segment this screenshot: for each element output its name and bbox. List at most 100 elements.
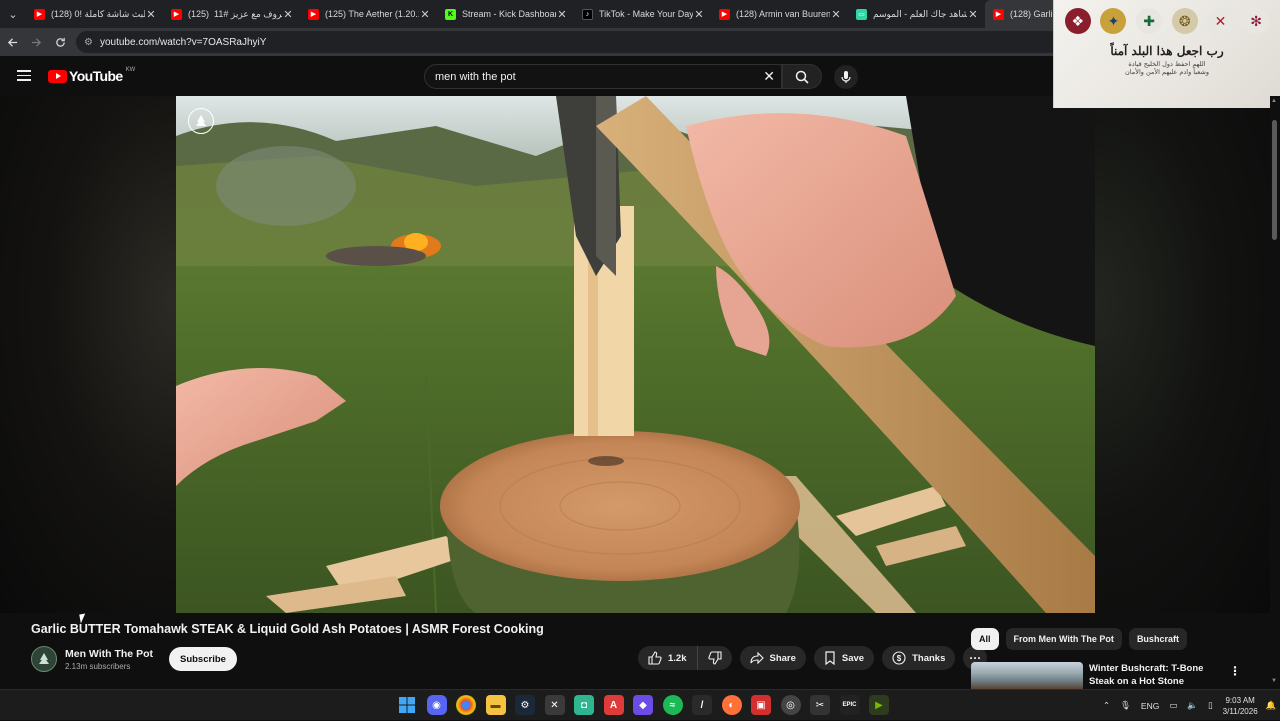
channel-avatar[interactable]: [31, 646, 57, 672]
browser-tab[interactable]: ▶ (128) البث شاشة كاملة ‏!0 ✕: [26, 0, 163, 28]
capcut-icon[interactable]: ✂: [810, 695, 830, 715]
svg-text:$: $: [897, 654, 902, 663]
search-button[interactable]: [782, 64, 822, 89]
forward-arrow-icon[interactable]: [24, 28, 48, 56]
save-button[interactable]: Save: [813, 646, 875, 670]
recommended-title[interactable]: Winter Bushcraft: T-Bone Steak on a Hot …: [1089, 662, 1224, 688]
thumbs-down-icon: [707, 651, 722, 665]
notification-icon[interactable]: 🔔: [1266, 700, 1277, 711]
scroll-down-icon[interactable]: ▼: [1271, 678, 1277, 684]
menu-icon[interactable]: [17, 70, 31, 81]
url-bar[interactable]: ⚙ youtube.com/watch?v=7OASRaJhyiY: [76, 31, 1076, 53]
volume-icon[interactable]: 🔈: [1187, 700, 1198, 711]
close-tab-icon[interactable]: ✕: [145, 8, 157, 21]
youtube-icon: ▶: [993, 8, 1004, 20]
controller-app-icon[interactable]: ◘: [574, 695, 594, 715]
streaming-app-icon[interactable]: A: [603, 695, 624, 715]
emblem-icon: ✦: [1100, 8, 1127, 34]
chip-from-channel[interactable]: From Men With The Pot: [1005, 628, 1122, 650]
search-input[interactable]: men with the pot ✕: [424, 64, 782, 89]
epic-games-icon[interactable]: EPIC: [839, 695, 860, 715]
tab-label: (125) حروف مع عزيز #11 ‏: [188, 8, 282, 19]
thanks-label: Thanks: [912, 652, 946, 664]
browser-tab[interactable]: ▶ (125) The Aether (1.20.1) ✕: [300, 0, 437, 28]
video-title: Garlic BUTTER Tomahawk STEAK & Liquid Go…: [31, 622, 544, 636]
back-arrow-icon[interactable]: [0, 28, 24, 56]
close-tab-icon[interactable]: ✕: [556, 8, 568, 21]
recommended-thumbnail[interactable]: [971, 662, 1083, 690]
close-tab-icon[interactable]: ✕: [967, 8, 979, 21]
scrollbar-thumb[interactable]: [1272, 120, 1277, 240]
steam-icon[interactable]: ⚙: [515, 695, 535, 715]
ambient-glow-left: [0, 96, 176, 613]
site-info-icon[interactable]: ⚙: [84, 37, 93, 48]
save-label: Save: [841, 652, 865, 664]
video-frame[interactable]: [176, 96, 1095, 613]
firefox-icon[interactable]: ◐: [721, 695, 742, 715]
system-tray: ⌃ 🎙 ENG ▭ 🔈 ▯ 9:03 AM 3/11/2026 🔔: [1103, 690, 1280, 721]
thanks-button[interactable]: $ Thanks: [882, 646, 956, 670]
youtube-logo[interactable]: YouTube KW: [48, 67, 135, 84]
chip-all[interactable]: All: [971, 628, 999, 650]
clock[interactable]: 9:03 AM 3/11/2026: [1223, 695, 1258, 717]
voice-search-button[interactable]: [834, 65, 858, 89]
browser-tab[interactable]: ♪ TikTok - Make Your Day ✕: [574, 0, 711, 28]
windows-start-icon[interactable]: [397, 695, 417, 715]
discord-icon[interactable]: ◉: [426, 695, 447, 715]
share-button[interactable]: Share: [739, 646, 806, 670]
chrome-icon[interactable]: [456, 695, 476, 715]
url-text: youtube.com/watch?v=7OASRaJhyiY: [99, 36, 267, 48]
red-app-icon[interactable]: ▣: [751, 695, 771, 715]
microphone-tray-icon[interactable]: 🎙: [1120, 700, 1131, 711]
tab-label: (128) Armin van Buuren -: [736, 9, 830, 19]
tab-label: TikTok - Make Your Day: [599, 9, 693, 19]
channel-watermark-icon[interactable]: [188, 108, 214, 134]
dislike-button[interactable]: [698, 646, 732, 670]
channel-name[interactable]: Men With The Pot: [65, 648, 153, 660]
like-count: 1.2k: [668, 652, 687, 664]
shahid-icon: ▭: [856, 8, 867, 20]
language-indicator[interactable]: ENG: [1141, 701, 1159, 711]
like-dislike-group: 1.2k: [638, 646, 732, 670]
tab-search-button[interactable]: ⌄: [0, 0, 26, 28]
battery-icon[interactable]: ▯: [1208, 700, 1213, 711]
close-tab-icon[interactable]: ✕: [693, 8, 705, 21]
page-scrollbar[interactable]: ▲ ▼: [1270, 96, 1280, 686]
close-tab-icon[interactable]: ✕: [830, 8, 842, 21]
subscriber-count: 2.13m subscribers: [65, 661, 131, 671]
tab-label: (125) The Aether (1.20.1): [325, 9, 419, 19]
overlay-banner-image: ❖ ✦ ✚ ❂ ✕ ✻ رب اجعل هذا البلد آمناً الله…: [1053, 0, 1280, 108]
tiktok-icon: ♪: [582, 8, 593, 20]
app-icon[interactable]: ✕: [544, 695, 565, 715]
recommended-video[interactable]: Winter Bushcraft: T-Bone Steak on a Hot …: [971, 662, 1251, 690]
browser-tab[interactable]: K Stream - Kick Dashboard ✕: [437, 0, 574, 28]
youtube-icon: ▶: [171, 8, 182, 20]
youtube-icon: ▶: [308, 8, 319, 20]
youtube-play-icon: [48, 69, 67, 83]
nvidia-icon[interactable]: ▶: [869, 695, 889, 715]
overlay-sub-text: اللهم احفظ دول الخليج قيادة: [1128, 60, 1206, 68]
clear-search-icon[interactable]: ✕: [763, 68, 775, 85]
file-explorer-icon[interactable]: ▬: [485, 695, 506, 715]
share-label: Share: [769, 652, 796, 664]
spotify-icon[interactable]: ≈: [662, 695, 683, 715]
kebab-menu-icon[interactable]: ⋮: [1229, 664, 1241, 678]
browser-tab[interactable]: ▶ (128) Armin van Buuren - ✕: [711, 0, 848, 28]
like-button[interactable]: 1.2k: [638, 646, 698, 670]
scroll-up-icon[interactable]: ▲: [1271, 98, 1277, 104]
flags-row: ❖ ✦ ✚ ❂ ✕ ✻: [1054, 0, 1280, 34]
thumbs-up-icon: [648, 651, 662, 665]
app-icon[interactable]: ◎: [780, 695, 801, 715]
close-tab-icon[interactable]: ✕: [282, 8, 294, 21]
close-tab-icon[interactable]: ✕: [419, 8, 431, 21]
browser-tab[interactable]: ▭ شاهد جاك العلم - الموسم ✕: [848, 0, 985, 28]
subscribe-button[interactable]: Subscribe: [168, 647, 237, 671]
network-icon[interactable]: ▭: [1169, 700, 1177, 711]
app-icon[interactable]: /: [692, 695, 712, 715]
browser-tab[interactable]: ▶ (125) حروف مع عزيز #11 ‏ ✕: [163, 0, 300, 28]
media-app-icon[interactable]: ◆: [633, 695, 653, 715]
reload-icon[interactable]: [48, 28, 72, 56]
chip-bushcraft[interactable]: Bushcraft: [1128, 628, 1187, 650]
overlay-sub-text: وشعباً وادم عليهم الأمن والأمان: [1125, 68, 1209, 76]
tray-overflow-icon[interactable]: ⌃: [1103, 700, 1110, 711]
